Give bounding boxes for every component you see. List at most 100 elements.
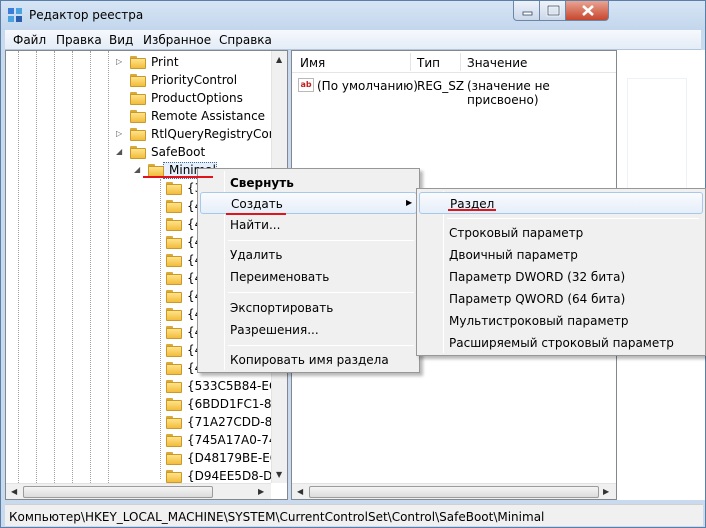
tree-guide-line — [160, 179, 161, 479]
tree-node-label: PriorityControl — [151, 73, 238, 87]
menu-item-label: Переименовать — [230, 270, 330, 284]
list-item[interactable]: ab (По умолчанию) REG_SZ (значение не пр… — [292, 77, 616, 107]
menu-separator — [228, 292, 414, 293]
expand-arrow-icon[interactable]: ▷ — [116, 129, 122, 138]
menu-view[interactable]: Вид — [109, 33, 133, 47]
collapse-arrow-icon[interactable]: ◢ — [134, 165, 140, 174]
tree-node-label: ProductOptions — [151, 91, 243, 105]
value-data: (значение не присвоено) — [467, 79, 550, 107]
menu-item-label: Параметр QWORD (64 бита) — [449, 292, 626, 306]
menu-item-rename[interactable]: Переименовать — [200, 266, 417, 288]
scroll-right-icon[interactable]: ▶ — [258, 487, 264, 496]
folder-icon — [166, 398, 182, 411]
menu-separator — [447, 218, 699, 219]
menu-item-string-value[interactable]: Строковый параметр — [419, 222, 703, 244]
menu-item-copy-key-name[interactable]: Копировать имя раздела — [200, 349, 417, 371]
value-name: (По умолчанию) — [317, 79, 418, 93]
folder-icon — [166, 416, 182, 429]
tree-guide-line — [54, 51, 55, 483]
value-type: REG_SZ — [417, 79, 465, 93]
tree-node-label: Remote Assistance — [151, 109, 266, 123]
annotation-underline-new-key — [448, 209, 496, 211]
tree-guide-line — [36, 51, 37, 483]
menu-favorites[interactable]: Избранное — [143, 33, 211, 47]
menu-item-label: Разрешения... — [230, 323, 319, 337]
menu-item-dword-value[interactable]: Параметр DWORD (32 бита) — [419, 266, 703, 288]
tree-horizontal-scrollbar[interactable]: ◀ ▶ — [6, 483, 271, 499]
folder-icon — [166, 470, 182, 483]
folder-icon — [166, 218, 182, 231]
list-scroll-thumb[interactable] — [309, 486, 599, 498]
menu-item-collapse[interactable]: Свернуть — [200, 172, 417, 194]
folder-icon — [166, 254, 182, 267]
menu-help[interactable]: Справка — [219, 33, 272, 47]
menu-item-delete[interactable]: Удалить — [200, 244, 417, 266]
tree-node-label: RtlQueryRegistryConfig — [151, 127, 288, 141]
menu-bar: Файл Правка Вид Избранное Справка — [5, 30, 701, 50]
tree-guide-line — [90, 51, 91, 483]
scroll-left-icon[interactable]: ◀ — [11, 487, 17, 496]
column-separator[interactable] — [410, 53, 411, 71]
folder-icon — [130, 74, 146, 87]
window-title: Редактор реестра — [29, 8, 144, 22]
menu-item-label: Строковый параметр — [449, 226, 584, 240]
menu-item-find[interactable]: Найти... — [200, 214, 417, 236]
menu-item-label: Мультистроковый параметр — [449, 314, 629, 328]
registry-editor-icon — [7, 7, 23, 23]
column-name[interactable]: Имя — [300, 56, 325, 70]
tree-scroll-thumb[interactable] — [23, 486, 213, 498]
menu-item-create[interactable]: Создать ▶ — [200, 192, 417, 214]
minimize-button[interactable] — [513, 1, 540, 21]
scroll-left-icon[interactable]: ◀ — [297, 487, 303, 496]
folder-icon — [166, 326, 182, 339]
submenu-arrow-icon: ▶ — [406, 198, 413, 207]
context-menu: Свернуть Создать ▶ Найти... Удалить Пере… — [197, 168, 420, 373]
menu-item-binary-value[interactable]: Двоичный параметр — [419, 244, 703, 266]
tree-node-label: Print — [151, 55, 179, 69]
annotation-underline-create — [226, 213, 286, 215]
scroll-down-icon[interactable]: ▼ — [276, 470, 282, 479]
scroll-right-icon[interactable]: ▶ — [603, 487, 609, 496]
folder-icon — [166, 272, 182, 285]
list-header: Имя Тип Значение — [292, 51, 616, 73]
title-bar[interactable]: Редактор реестра — [1, 1, 705, 30]
close-button[interactable] — [565, 1, 609, 21]
column-value[interactable]: Значение — [467, 56, 527, 70]
folder-icon — [130, 128, 146, 141]
menu-separator — [228, 240, 414, 241]
maximize-button[interactable] — [539, 1, 566, 21]
column-type[interactable]: Тип — [417, 56, 440, 70]
menu-item-label: Двоичный параметр — [449, 248, 578, 262]
create-submenu: Раздел Строковый параметр Двоичный парам… — [416, 188, 706, 356]
folder-icon — [166, 236, 182, 249]
folder-icon — [130, 146, 146, 159]
tree-guide-line — [108, 51, 109, 483]
collapse-arrow-icon[interactable]: ◢ — [116, 147, 122, 156]
menu-item-export[interactable]: Экспортировать — [200, 297, 417, 319]
menu-item-label: Свернуть — [230, 176, 294, 190]
tree-guide-line — [72, 51, 73, 483]
menu-item-qword-value[interactable]: Параметр QWORD (64 бита) — [419, 288, 703, 310]
menu-item-label: Создать — [231, 197, 283, 211]
expand-arrow-icon[interactable]: ▷ — [116, 57, 122, 66]
string-value-icon: ab — [298, 78, 314, 92]
menu-item-label: Расширяемый строковый параметр — [449, 336, 674, 350]
list-horizontal-scrollbar[interactable]: ◀ ▶ — [292, 483, 616, 499]
menu-edit[interactable]: Правка — [56, 33, 102, 47]
scroll-up-icon[interactable]: ▲ — [276, 55, 282, 64]
menu-item-expandable-string-value[interactable]: Расширяемый строковый параметр — [419, 332, 703, 354]
menu-file[interactable]: Файл — [13, 33, 46, 47]
folder-icon — [166, 362, 182, 375]
folder-icon — [166, 380, 182, 393]
folder-icon — [166, 344, 182, 357]
folder-icon — [130, 56, 146, 69]
folder-icon — [166, 434, 182, 447]
column-separator[interactable] — [460, 53, 461, 71]
menu-item-label: Параметр DWORD (32 бита) — [449, 270, 626, 284]
menu-item-permissions[interactable]: Разрешения... — [200, 319, 417, 341]
folder-icon — [166, 308, 182, 321]
folder-icon — [166, 290, 182, 303]
menu-item-multi-string-value[interactable]: Мультистроковый параметр — [419, 310, 703, 332]
folder-icon — [130, 92, 146, 105]
folder-icon — [166, 182, 182, 195]
